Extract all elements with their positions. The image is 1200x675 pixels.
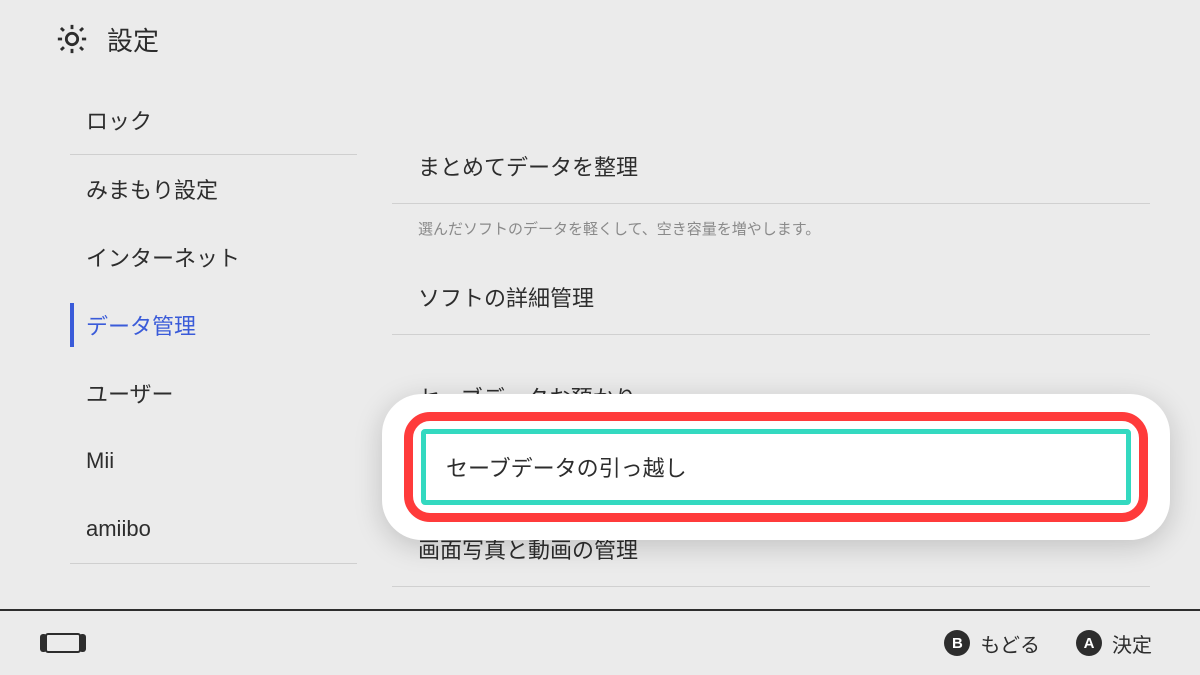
back-button[interactable]: B もどる — [944, 629, 1040, 658]
sidebar-item-label: データ管理 — [86, 309, 196, 341]
sidebar-item-label: Mii — [86, 448, 114, 474]
callout-highlight: セーブデータの引っ越し — [404, 412, 1148, 522]
sidebar: ロック みまもり設定 インターネット データ管理 ユーザー Mii amiibo — [0, 78, 392, 608]
sidebar-item-parental[interactable]: みまもり設定 — [70, 155, 392, 223]
content: ロック みまもり設定 インターネット データ管理 ユーザー Mii amiibo… — [0, 78, 1200, 608]
footer: B もどる A 決定 — [0, 609, 1200, 675]
row-software-details[interactable]: ソフトの詳細管理 — [392, 259, 1150, 335]
ok-label: 決定 — [1112, 629, 1152, 658]
a-button-icon: A — [1076, 630, 1102, 656]
sidebar-item-users[interactable]: ユーザー — [70, 359, 392, 427]
sidebar-item-label: ユーザー — [86, 377, 174, 409]
row-label: まとめてデータを整理 — [418, 150, 638, 182]
gear-icon — [55, 22, 89, 56]
row-label: ソフトの詳細管理 — [418, 281, 594, 313]
spacer — [392, 335, 1150, 359]
divider — [70, 563, 357, 564]
sidebar-item-label: みまもり設定 — [86, 173, 218, 205]
sidebar-item-amiibo[interactable]: amiibo — [70, 495, 392, 563]
back-label: もどる — [980, 629, 1040, 658]
sidebar-item-label: ロック — [86, 104, 152, 136]
sidebar-item-label: インターネット — [86, 241, 240, 273]
controller-icon — [40, 632, 86, 654]
footer-actions: B もどる A 決定 — [944, 629, 1152, 658]
main-panel: まとめてデータを整理 選んだソフトのデータを軽くして、空き容量を増やします。 ソ… — [392, 78, 1200, 608]
ok-button[interactable]: A 決定 — [1076, 629, 1152, 658]
row-organize-data[interactable]: まとめてデータを整理 — [392, 128, 1150, 204]
sidebar-item-mii[interactable]: Mii — [70, 427, 392, 495]
b-button-icon: B — [944, 630, 970, 656]
row-label: セーブデータの引っ越し — [446, 451, 687, 483]
header: 設定 — [0, 0, 1200, 78]
page-title: 設定 — [107, 21, 159, 58]
sidebar-item-label: amiibo — [86, 516, 151, 542]
sidebar-item-internet[interactable]: インターネット — [70, 223, 392, 291]
row-save-transfer-highlighted[interactable]: セーブデータの引っ越し — [421, 429, 1131, 505]
callout: セーブデータの引っ越し — [382, 394, 1170, 540]
sidebar-item-lock[interactable]: ロック — [70, 86, 392, 154]
row-description: 選んだソフトのデータを軽くして、空き容量を増やします。 — [392, 204, 1150, 259]
sidebar-item-data-management[interactable]: データ管理 — [70, 291, 392, 359]
